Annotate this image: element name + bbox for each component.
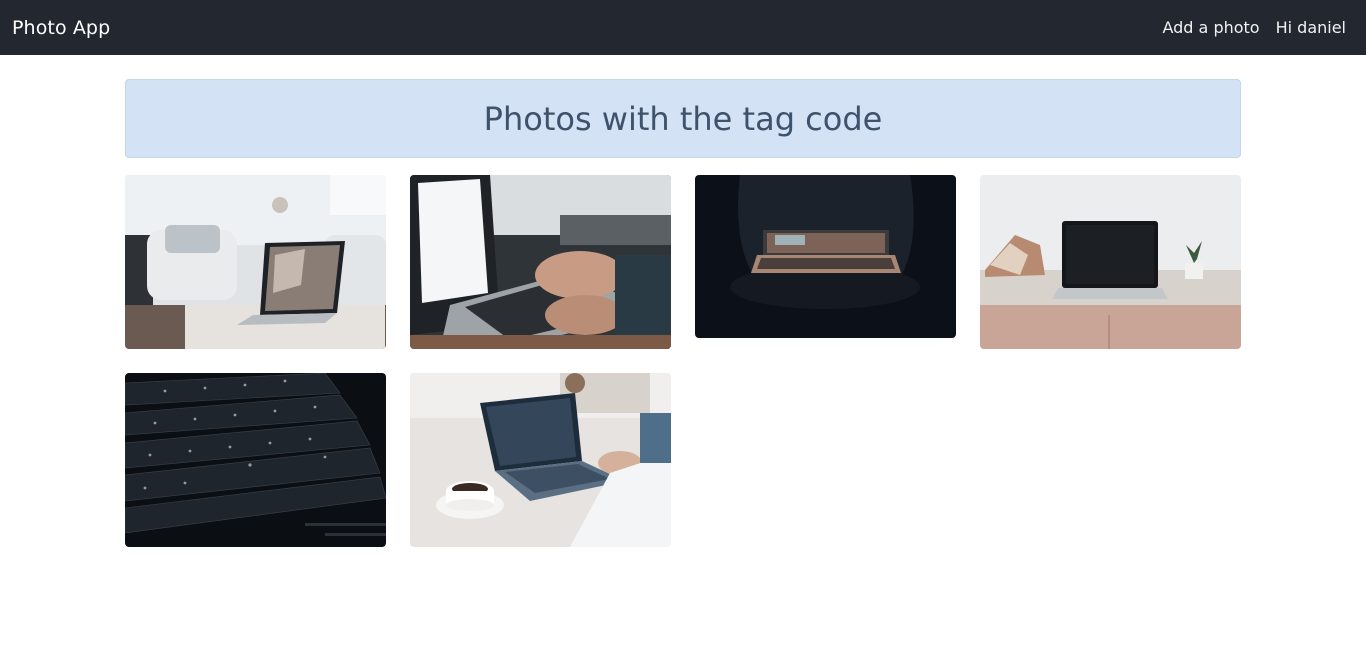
photo-tile-3[interactable]: [695, 175, 956, 338]
user-greeting-link[interactable]: Hi daniel: [1276, 18, 1346, 37]
photo-tile-1[interactable]: [125, 175, 386, 349]
keyboard-closeup-photo: [125, 373, 386, 547]
page-title: Photos with the tag code: [483, 99, 883, 138]
add-photo-link[interactable]: Add a photo: [1162, 18, 1259, 37]
photo-tile-5[interactable]: [125, 373, 386, 547]
brand-link[interactable]: Photo App: [12, 17, 110, 39]
laptop-living-room-photo: [125, 175, 386, 349]
laptop-desk-photo: [980, 175, 1241, 349]
photo-tile-6[interactable]: [410, 373, 671, 547]
laptop-dark-photo: [695, 175, 956, 338]
typing-on-laptop-photo: [410, 175, 671, 349]
laptop-coffee-photo: [410, 373, 671, 547]
navbar: Photo App Add a photo Hi daniel: [0, 0, 1366, 55]
tag-header: Photos with the tag code: [125, 79, 1241, 158]
photo-tile-2[interactable]: [410, 175, 671, 349]
photo-tile-4[interactable]: [980, 175, 1241, 349]
nav-links: Add a photo Hi daniel: [1162, 18, 1346, 37]
